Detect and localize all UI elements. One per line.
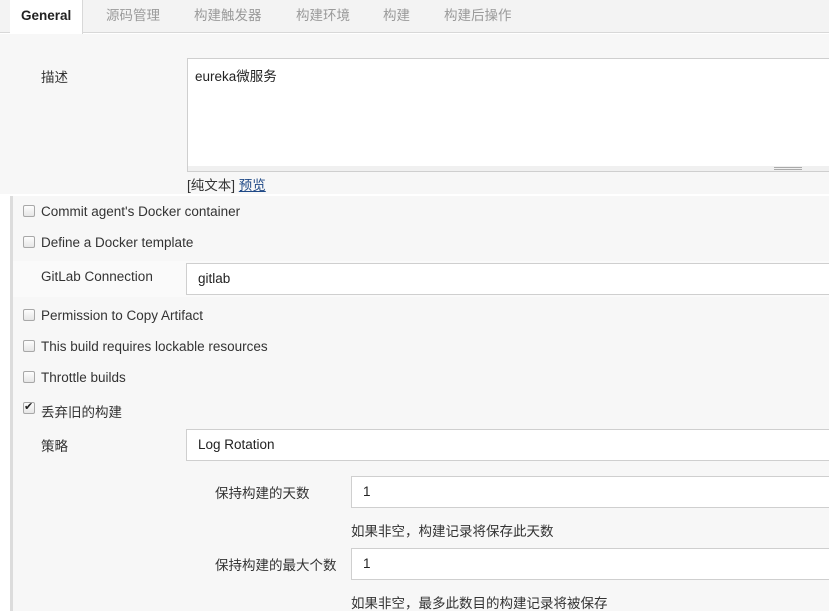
description-format-hint: [纯文本] 预览 <box>187 174 266 194</box>
tab-build-environment[interactable]: 构建环境 <box>296 0 350 33</box>
max-builds-input[interactable]: 1 <box>351 548 829 580</box>
commit-docker-container-checkbox[interactable] <box>23 205 35 217</box>
permission-copy-artifact-checkbox[interactable] <box>23 309 35 321</box>
preview-link[interactable]: 预览 <box>239 178 266 193</box>
tab-post-build-actions[interactable]: 构建后操作 <box>444 0 512 33</box>
days-to-keep-input[interactable]: 1 <box>351 476 829 508</box>
resize-grip-icon <box>774 167 802 170</box>
gitlab-connection-label: GitLab Connection <box>41 269 153 284</box>
strategy-select[interactable]: Log Rotation <box>186 429 829 461</box>
tab-build-triggers[interactable]: 构建触发器 <box>194 0 262 33</box>
days-to-keep-hint: 如果非空，构建记录将保存此天数 <box>351 524 554 539</box>
tab-build[interactable]: 构建 <box>383 0 410 33</box>
max-builds-label: 保持构建的最大个数 <box>215 558 337 573</box>
permission-copy-artifact-label: Permission to Copy Artifact <box>41 308 204 323</box>
tab-general[interactable]: General <box>10 0 83 34</box>
lockable-resources-label: This build requires lockable resources <box>41 339 268 354</box>
commit-docker-container-label: Commit agent's Docker container <box>41 204 241 219</box>
days-to-keep-label: 保持构建的天数 <box>215 486 310 501</box>
tab-source-code-management[interactable]: 源码管理 <box>106 0 160 33</box>
define-docker-template-label: Define a Docker template <box>41 235 194 250</box>
plain-text-format-label: [纯文本] <box>187 178 236 193</box>
config-tab-bar: General 源码管理 构建触发器 构建环境 构建 构建后操作 <box>0 0 829 34</box>
discard-old-builds-checkbox[interactable] <box>23 400 35 414</box>
strategy-label: 策略 <box>41 439 68 454</box>
discard-old-builds-label: 丢弃旧的构建 <box>41 405 122 420</box>
gitlab-connection-select[interactable]: gitlab <box>186 263 829 295</box>
lockable-resources-checkbox[interactable] <box>23 340 35 352</box>
description-textarea[interactable]: eureka微服务 <box>187 58 829 167</box>
textarea-resize-handle[interactable] <box>187 166 829 172</box>
throttle-builds-checkbox[interactable] <box>23 371 35 383</box>
max-builds-hint: 如果非空，最多此数目的构建记录将被保存 <box>351 596 608 611</box>
throttle-builds-label: Throttle builds <box>41 370 126 385</box>
description-label: 描述 <box>41 70 68 85</box>
define-docker-template-checkbox[interactable] <box>23 236 35 248</box>
